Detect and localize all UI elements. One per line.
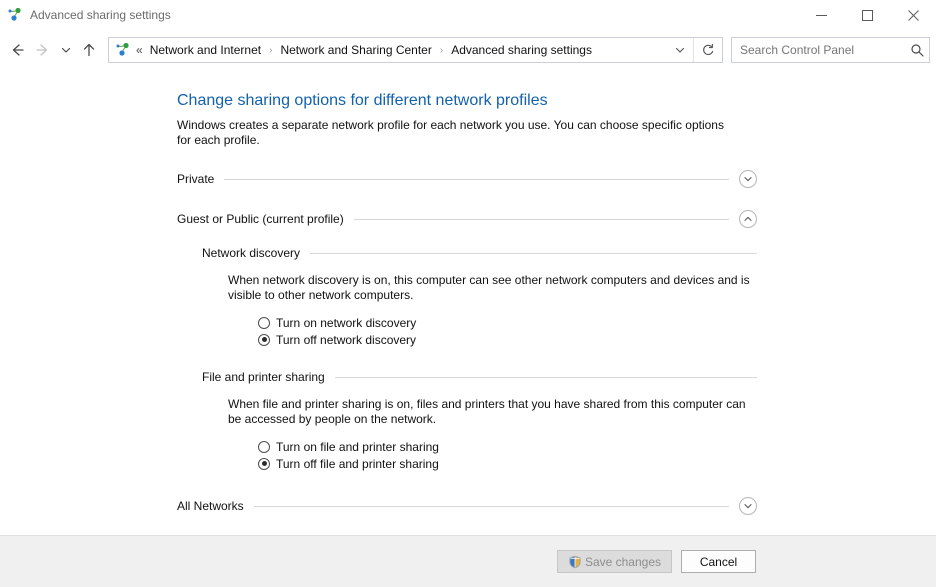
search-box[interactable] <box>731 37 930 63</box>
breadcrumb-item-advanced-sharing-settings[interactable]: Advanced sharing settings <box>450 43 593 57</box>
radio-button[interactable] <box>258 457 270 470</box>
chevron-down-circle-icon[interactable] <box>739 497 757 515</box>
profile-group-guest-or-public[interactable]: Guest or Public (current profile) <box>177 210 757 228</box>
page-title: Change sharing options for different net… <box>177 92 548 109</box>
network-sharing-icon <box>7 7 23 23</box>
radio-group-file-and-printer-sharing: Turn on file and printer sharing Turn of… <box>258 438 757 472</box>
cancel-button[interactable]: Cancel <box>681 550 756 573</box>
profile-group-label: All Networks <box>177 499 244 513</box>
breadcrumb-item-network-and-sharing-center[interactable]: Network and Sharing Center <box>279 43 432 57</box>
close-button[interactable] <box>890 0 936 30</box>
save-changes-label: Save changes <box>584 554 661 569</box>
radio-option-turn-on-file-and-printer-sharing[interactable]: Turn on file and printer sharing <box>258 438 757 455</box>
radio-button[interactable] <box>258 316 270 329</box>
section-rule <box>353 218 729 220</box>
content-area: Change sharing options for different net… <box>0 70 936 535</box>
recent-pages-chevron-icon[interactable] <box>56 37 76 63</box>
section-description: When network discovery is on, this compu… <box>228 273 750 302</box>
radio-option-turn-on-network-discovery[interactable]: Turn on network discovery <box>258 314 757 331</box>
breadcrumb-overflow-icon[interactable]: « <box>136 43 143 57</box>
forward-arrow-icon <box>30 37 56 63</box>
section-rule <box>310 252 757 254</box>
radio-label: Turn off file and printer sharing <box>276 456 439 471</box>
search-input[interactable] <box>732 42 905 58</box>
back-arrow-icon[interactable] <box>4 37 30 63</box>
section-file-and-printer-sharing: File and printer sharing When file and p… <box>202 370 757 472</box>
breadcrumb-item-network-and-internet[interactable]: Network and Internet <box>149 43 262 57</box>
radio-group-network-discovery: Turn on network discovery Turn off netwo… <box>258 314 757 348</box>
section-body: When file and printer sharing is on, fil… <box>228 397 757 472</box>
search-icon[interactable] <box>905 38 929 62</box>
save-changes-button[interactable]: Save changes <box>556 550 672 573</box>
section-header: Network discovery <box>202 246 757 260</box>
up-arrow-icon[interactable] <box>76 37 102 63</box>
window-controls <box>798 0 936 30</box>
maximize-button[interactable] <box>844 0 890 30</box>
address-bar[interactable]: « Network and Internet › Network and Sha… <box>108 37 723 63</box>
page-description: Windows creates a separate network profi… <box>177 118 724 147</box>
breadcrumb-separator-icon[interactable]: › <box>262 45 279 56</box>
radio-button[interactable] <box>258 440 270 453</box>
section-body: When network discovery is on, this compu… <box>228 273 757 348</box>
uac-shield-icon <box>568 555 582 569</box>
chevron-down-icon[interactable] <box>667 38 693 62</box>
section-rule <box>224 178 729 180</box>
section-header: File and printer sharing <box>202 370 757 384</box>
section-network-discovery: Network discovery When network discovery… <box>202 246 757 348</box>
refresh-icon[interactable] <box>694 38 722 62</box>
radio-option-turn-off-file-and-printer-sharing[interactable]: Turn off file and printer sharing <box>258 455 757 472</box>
radio-label: Turn off network discovery <box>276 332 417 347</box>
window-title: Advanced sharing settings <box>30 8 171 22</box>
network-sharing-icon <box>115 42 131 58</box>
profile-group-label: Private <box>177 172 215 186</box>
navigation-bar: « Network and Internet › Network and Sha… <box>0 32 936 68</box>
footer-action-bar: Save changes Cancel <box>0 535 936 587</box>
chevron-down-circle-icon[interactable] <box>739 170 757 188</box>
radio-button[interactable] <box>258 333 270 346</box>
section-description: When file and printer sharing is on, fil… <box>228 397 746 426</box>
profile-group-all-networks[interactable]: All Networks <box>177 497 757 515</box>
radio-option-turn-off-network-discovery[interactable]: Turn off network discovery <box>258 331 757 348</box>
title-bar: Advanced sharing settings <box>0 0 936 30</box>
cancel-label: Cancel <box>699 554 738 569</box>
profile-group-label: Guest or Public (current profile) <box>177 212 344 226</box>
section-rule <box>253 505 729 507</box>
breadcrumb-separator-icon[interactable]: › <box>433 45 450 56</box>
radio-label: Turn on network discovery <box>276 315 417 330</box>
radio-label: Turn on file and printer sharing <box>276 439 439 454</box>
profile-group-private[interactable]: Private <box>177 170 757 188</box>
section-rule <box>334 376 757 378</box>
minimize-button[interactable] <box>798 0 844 30</box>
section-label: Network discovery <box>202 246 301 260</box>
chevron-up-circle-icon[interactable] <box>739 210 757 228</box>
section-label: File and printer sharing <box>202 370 325 384</box>
